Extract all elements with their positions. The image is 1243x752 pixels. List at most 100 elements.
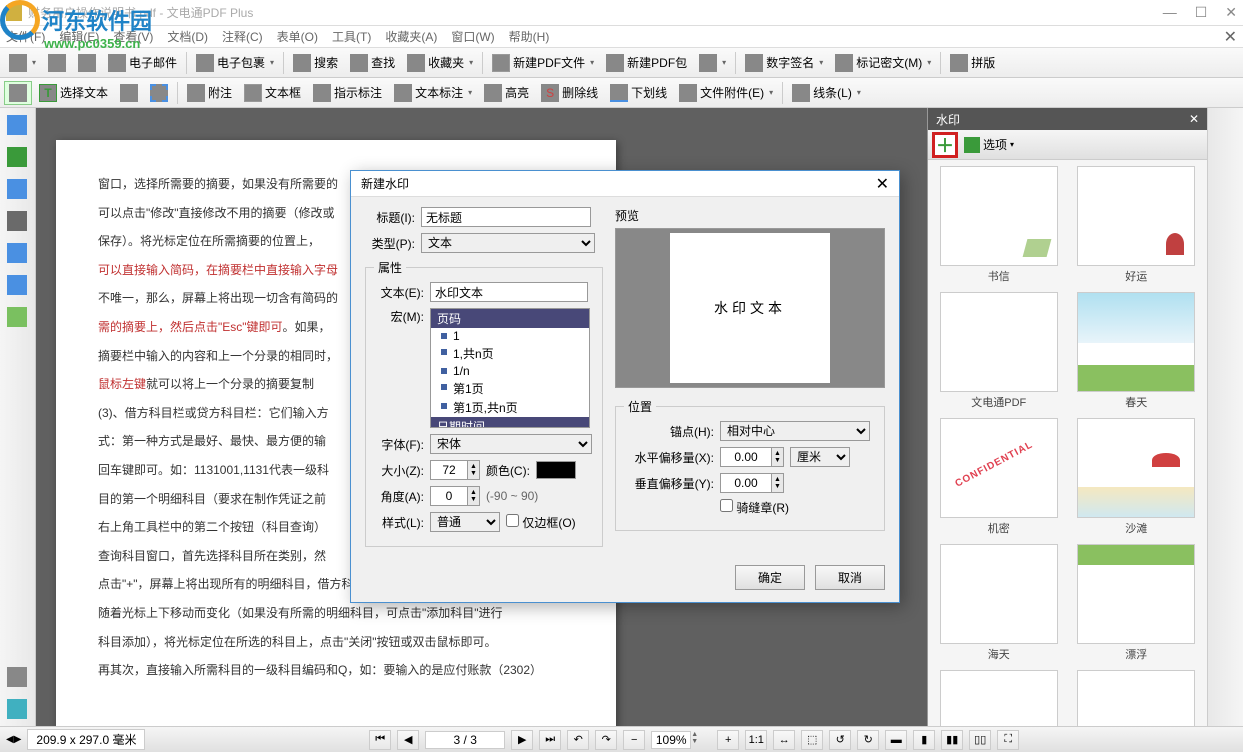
tags-panel-button[interactable] (2, 302, 32, 332)
epackage-button[interactable]: 电子包裹▾ (191, 51, 279, 75)
open-button[interactable]: ▾ (4, 51, 41, 75)
watermark-thumb-extra2[interactable] (1072, 670, 1202, 726)
type-select[interactable]: 文本 (421, 233, 595, 253)
macro-item[interactable]: 第1页 (431, 379, 589, 398)
text-tag-button[interactable]: 文本标注▾ (389, 81, 477, 105)
maximize-button[interactable]: ☐ (1195, 4, 1208, 21)
menu-form[interactable]: 表单(O) (277, 28, 318, 45)
menu-window[interactable]: 窗口(W) (451, 28, 494, 45)
minimize-button[interactable]: — (1163, 4, 1177, 21)
favorites-panel-button[interactable] (1210, 174, 1240, 204)
single-page-button[interactable]: ▬ (885, 730, 907, 750)
menu-file[interactable]: 文件(F) (6, 28, 45, 45)
zoom-input[interactable] (651, 731, 691, 749)
menu-favorites[interactable]: 收藏夹(A) (385, 28, 437, 45)
underline-button[interactable]: 下划线 (605, 81, 672, 105)
notes-panel-button[interactable] (2, 174, 32, 204)
layers-panel-button[interactable] (2, 206, 32, 236)
sign-button[interactable]: 数字签名▾ (740, 51, 828, 75)
print-button[interactable] (73, 51, 101, 75)
facing-button[interactable]: ▮▮ (941, 730, 963, 750)
fullscreen-button[interactable]: ⛶ (997, 730, 1019, 750)
watermark-thumb-confidential[interactable]: 机密 (934, 418, 1064, 536)
macro-item[interactable]: 1,共n页 (431, 344, 589, 363)
color-picker[interactable] (536, 461, 576, 479)
menu-comment[interactable]: 注释(C) (222, 28, 263, 45)
menu-tools[interactable]: 工具(T) (332, 28, 371, 45)
add-watermark-button[interactable]: ＋ (932, 132, 958, 158)
security-panel-button[interactable] (1210, 142, 1240, 172)
find-button[interactable]: 查找 (345, 51, 400, 75)
macro-item[interactable]: 1 (431, 328, 589, 344)
prev-page-button[interactable]: ◀ (397, 730, 419, 750)
comments-panel-button[interactable] (2, 694, 32, 724)
stamps-panel-button[interactable] (1210, 206, 1240, 236)
outline-panel-button[interactable] (2, 238, 32, 268)
new-pdf-button[interactable]: 新建PDF文件▾ (487, 51, 599, 75)
menu-edit[interactable]: 编辑(E) (59, 28, 99, 45)
watermark-thumb-spring[interactable]: 春天 (1072, 292, 1202, 410)
background-panel-button[interactable] (1210, 270, 1240, 300)
file-attach-button[interactable]: 文件附件(E)▾ (674, 81, 778, 105)
title-input[interactable] (421, 207, 591, 227)
line-button[interactable]: 线条(L)▾ (787, 81, 866, 105)
email-button[interactable]: 电子邮件 (103, 51, 182, 75)
fit-width-button[interactable]: ↔ (773, 730, 795, 750)
hoffset-spinner[interactable]: ▲▼ (720, 447, 784, 467)
continuous-button[interactable]: ▮ (913, 730, 935, 750)
panel-close-button[interactable]: ✕ (1189, 112, 1199, 126)
watermark-thumb-extra1[interactable] (934, 670, 1064, 726)
font-select[interactable]: 宋体 (430, 434, 592, 454)
watermark-thumb-beach[interactable]: 沙滩 (1072, 418, 1202, 536)
watermark-thumb-float[interactable]: 漂浮 (1072, 544, 1202, 662)
validate-button[interactable] (1210, 110, 1240, 140)
saddle-checkbox[interactable]: 骑缝章(R) (720, 499, 789, 516)
fit-page-button[interactable]: ⬚ (801, 730, 823, 750)
next-page-button[interactable]: ▶ (511, 730, 533, 750)
new-package-button[interactable]: 新建PDF包 (601, 51, 692, 75)
save-button[interactable] (43, 51, 71, 75)
cancel-button[interactable]: 取消 (815, 565, 885, 590)
snapshot-button[interactable] (145, 81, 173, 105)
angle-spinner[interactable]: ▲▼ (430, 486, 480, 506)
redact-button[interactable]: 标记密文(M)▾ (830, 51, 936, 75)
callout-button[interactable]: 指示标注 (308, 81, 387, 105)
hand-tool-button[interactable] (4, 81, 32, 105)
size-spinner[interactable]: ▲▼ (430, 460, 480, 480)
bookmarks-panel-button[interactable] (2, 142, 32, 172)
anchor-select[interactable]: 相对中心 (720, 421, 870, 441)
continuous-facing-button[interactable]: ▯▯ (969, 730, 991, 750)
watermark-thumb-sky[interactable]: 海天 (934, 544, 1064, 662)
strike-button[interactable]: S删除线 (536, 81, 603, 105)
ok-button[interactable]: 确定 (735, 565, 805, 590)
textbox-button[interactable]: 文本框 (239, 81, 306, 105)
menu-help[interactable]: 帮助(H) (509, 28, 550, 45)
watermark-thumb-luck[interactable]: 好运 (1072, 166, 1202, 284)
menu-document[interactable]: 文档(D) (167, 28, 208, 45)
voffset-spinner[interactable]: ▲▼ (720, 473, 784, 493)
list-panel-button[interactable] (2, 270, 32, 300)
unit-select[interactable]: 厘米 (790, 447, 850, 467)
imposition-button[interactable]: 拼版 (945, 51, 1000, 75)
note-button[interactable]: 附注 (182, 81, 237, 105)
panel-options-button[interactable]: 选项▾ (964, 136, 1014, 153)
close-button[interactable]: ✕ (1225, 4, 1237, 21)
page-number-field[interactable]: 3 / 3 (425, 731, 505, 749)
forward-button[interactable]: ↷ (595, 730, 617, 750)
watermark-panel-button[interactable] (1210, 238, 1240, 268)
menu-view[interactable]: 查看(V) (113, 28, 153, 45)
macro-list[interactable]: 页码 1 1,共n页 1/n 第1页 第1页,共n页 日期时间 |月/日 (430, 308, 590, 428)
favorites-button[interactable]: 收藏夹▾ (402, 51, 478, 75)
first-page-button[interactable]: ⏮ (369, 730, 391, 750)
last-page-button[interactable]: ⏭ (539, 730, 561, 750)
select-image-button[interactable] (115, 81, 143, 105)
rotate-cw-button[interactable]: ↻ (857, 730, 879, 750)
close-tab-button[interactable]: ✕ (1224, 27, 1237, 47)
rotate-ccw-button[interactable]: ↺ (829, 730, 851, 750)
fit-actual-button[interactable]: 1:1 (745, 730, 767, 750)
back-button[interactable]: ↶ (567, 730, 589, 750)
dialog-close-button[interactable]: ✕ (876, 174, 889, 194)
pages-panel-button[interactable] (2, 110, 32, 140)
zoom-out-button[interactable]: − (623, 730, 645, 750)
security-button[interactable]: ▾ (694, 51, 731, 75)
